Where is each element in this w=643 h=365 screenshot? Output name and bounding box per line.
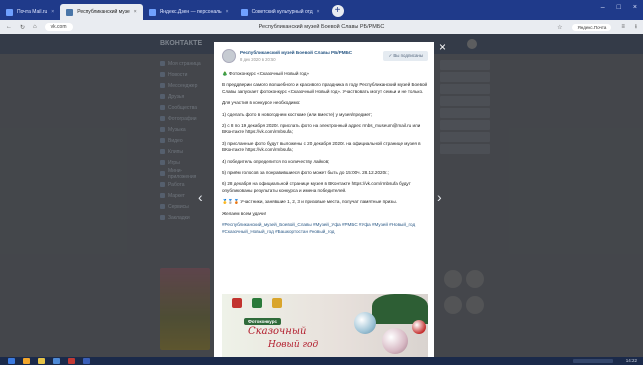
group-name-link[interactable]: Республиканский музей Боевой Славы РБ/РМ… <box>240 50 360 55</box>
post-paragraph: 🥇🥈🥉 Участники, занявшие 1, 2, 3 и призов… <box>222 199 397 205</box>
post-modal: Республиканский музей Боевой Славы РБ/РМ… <box>214 42 434 357</box>
close-icon[interactable]: × <box>226 9 229 15</box>
post-image[interactable]: Фотоконкурс Сказочный Новый год <box>222 294 428 357</box>
ornament-ball <box>412 320 426 334</box>
zen-icon <box>148 8 156 16</box>
tab-yandex-zen[interactable]: Яндекс.Дзен — персональ × <box>143 4 235 20</box>
yandex-mail-pill[interactable]: Яндекс.Почта <box>572 23 612 31</box>
tab-label: Республиканский музе <box>77 9 130 15</box>
post-paragraph: 5) приём голосов за понравившиеся фото м… <box>222 170 389 176</box>
image-title-line1: Сказочный <box>248 326 307 337</box>
reload-icon[interactable]: ↻ <box>20 24 25 31</box>
post-paragraph: 3) присланные фото будут выложены с 20 д… <box>222 140 421 153</box>
close-icon[interactable]: × <box>51 9 54 15</box>
maximize-button[interactable]: □ <box>617 4 621 11</box>
taskbar-clock: 14:22 <box>625 358 637 363</box>
home-icon[interactable]: ⌂ <box>33 24 37 30</box>
subscribed-button[interactable]: ✓ Вы подписаны <box>383 51 428 61</box>
ornament-ball <box>382 328 408 354</box>
post-date[interactable]: 8 дек 2020 в 20:50 <box>240 57 276 62</box>
close-icon[interactable]: × <box>317 9 320 15</box>
tab-mail[interactable]: Почта Mail.ru × <box>0 4 60 20</box>
post-paragraph: 4) победитель определится по количеству … <box>222 158 330 164</box>
vk-icon <box>66 8 74 16</box>
post-paragraph: В преддверии самого волшебного и красиво… <box>222 82 428 94</box>
start-icon[interactable] <box>8 358 15 364</box>
post-paragraph: 1) сделать фото в новогоднем костюме (ил… <box>222 111 373 117</box>
group-avatar[interactable] <box>222 49 236 63</box>
tab-label: Яндекс.Дзен — персональ <box>159 9 222 15</box>
browser-tab-strip: Почта Mail.ru × Республиканский музе × Янд… <box>0 0 643 20</box>
address-bar: ← ↻ ⌂ vk.com Республиканский музей Боево… <box>0 20 643 34</box>
contest-badge: Фотоконкурс <box>244 318 281 325</box>
back-icon[interactable]: ← <box>6 24 12 30</box>
download-icon[interactable]: ⭳ <box>635 22 637 32</box>
word-icon[interactable] <box>83 358 90 364</box>
ornament-ball <box>354 312 376 334</box>
new-tab-button[interactable]: + <box>331 5 344 17</box>
post-paragraph: 6) 28 декабря на официальной странице му… <box>222 181 411 193</box>
mail-icon <box>6 8 13 16</box>
browser-icon[interactable] <box>23 358 30 364</box>
tab-soviet[interactable]: Советский культурный отд × <box>235 4 326 20</box>
post-paragraph: 2) с 8 по 19 декабря 2020г. прислать фот… <box>222 123 421 135</box>
folder-icon[interactable] <box>38 358 45 364</box>
bookmark-icon[interactable]: ☆ <box>557 24 562 31</box>
post-header: Республиканский музей Боевой Славы РБ/РМ… <box>222 49 428 67</box>
tab-label: Советский культурный отд <box>251 9 313 15</box>
close-window-button[interactable]: × <box>633 4 637 11</box>
app-icon[interactable] <box>53 358 60 364</box>
close-icon[interactable]: × <box>134 9 137 15</box>
partner-logos <box>232 298 282 308</box>
url-field[interactable]: vk.com <box>44 23 73 31</box>
post-hashtags[interactable]: #Республиканский_музей_Боевой_Славы #Муз… <box>222 222 428 235</box>
close-icon[interactable]: × <box>439 41 446 53</box>
image-title-line2: Новый год <box>268 340 319 350</box>
chevron-left-icon[interactable]: ‹ <box>198 189 203 205</box>
partner-logo-icon <box>232 298 242 308</box>
post-text: 🎄 Фотоконкурс «Сказочный Новый год» В пр… <box>222 71 428 240</box>
chevron-right-icon[interactable]: › <box>437 189 442 205</box>
minimize-button[interactable]: – <box>601 4 605 11</box>
post-paragraph: Желаем всем удачи! <box>222 210 267 216</box>
system-tray <box>573 359 613 363</box>
os-taskbar: 14:22 <box>0 357 643 365</box>
window-controls: – □ × <box>601 4 637 11</box>
tab-museum[interactable]: Республиканский музе × <box>60 4 143 20</box>
page-title: Республиканский музей Боевой Славы РБ/РМ… <box>258 24 385 30</box>
partner-logo-icon <box>252 298 262 308</box>
tab-label: Почта Mail.ru <box>17 9 48 15</box>
post-paragraph: 🎄 Фотоконкурс «Сказочный Новый год» <box>222 71 309 76</box>
post-paragraph: Для участия в конкурсе необходимо: <box>222 100 301 106</box>
page-icon <box>240 8 248 16</box>
partner-logo-icon <box>272 298 282 308</box>
menu-icon[interactable]: ≡ <box>621 24 625 30</box>
yandex-icon[interactable] <box>68 358 75 364</box>
